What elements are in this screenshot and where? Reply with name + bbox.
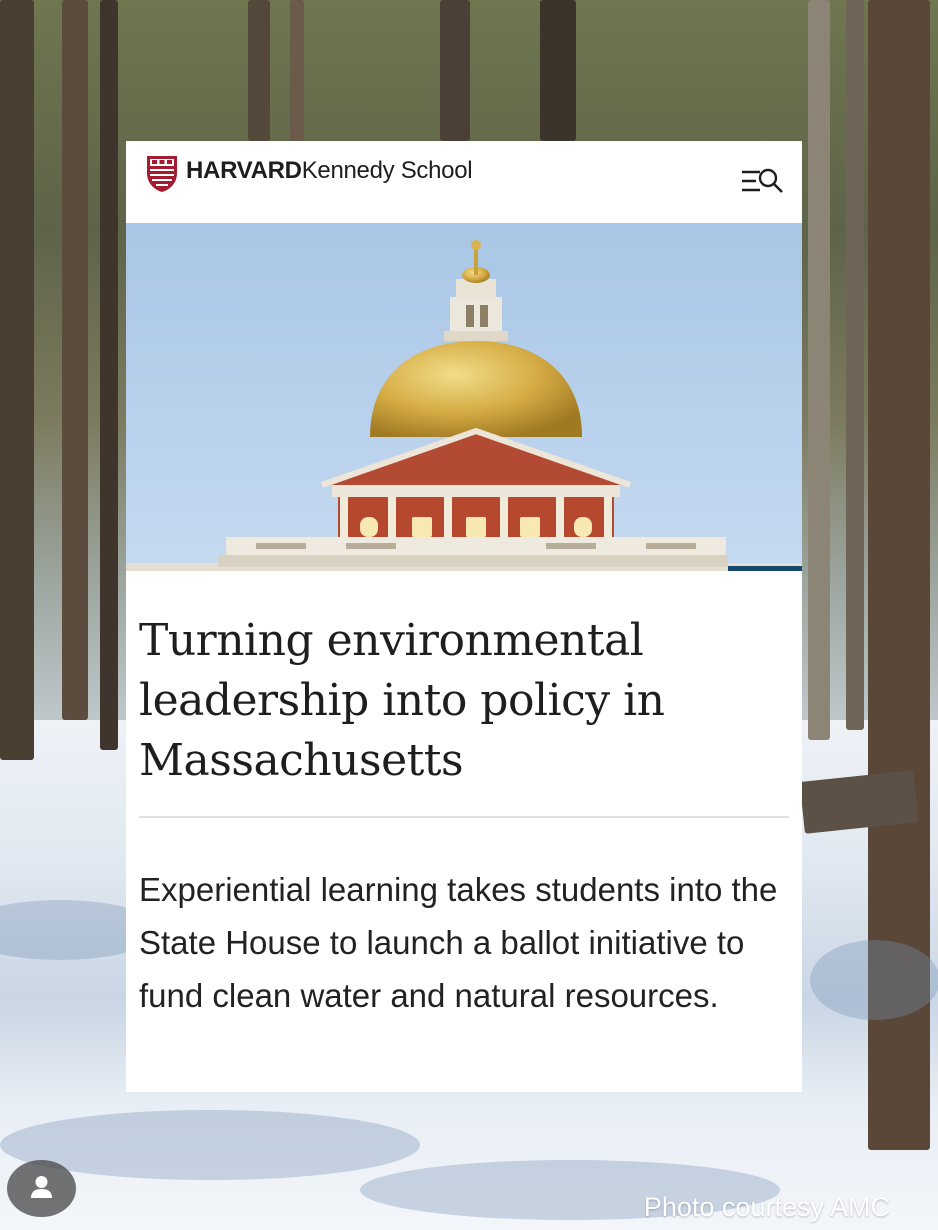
menu-search-icon[interactable] [740, 167, 786, 197]
tree-trunk [62, 0, 88, 720]
tree-trunk [290, 0, 304, 141]
tree-trunk [0, 0, 34, 760]
article-summary: Experiential learning takes students int… [139, 871, 778, 1014]
story-card[interactable]: HARVARDKennedy School Turning environmen… [126, 141, 802, 1092]
article-headline[interactable]: Turning environmental leadership into po… [139, 611, 789, 791]
state-house-illustration [126, 240, 802, 571]
photo-credit: Photo courtesy AMC [643, 1192, 890, 1222]
brand-regular-text: Kennedy School [301, 157, 473, 184]
harvard-shield-icon [147, 156, 177, 192]
user-avatar-icon [31, 1176, 52, 1198]
tree-trunk [540, 0, 576, 141]
site-logo[interactable]: HARVARDKennedy School [186, 157, 473, 185]
user-avatar-button[interactable] [7, 1160, 76, 1217]
tree-trunk [846, 0, 864, 730]
hero-image [126, 223, 802, 571]
tree-trunk [440, 0, 470, 141]
site-header: HARVARDKennedy School [126, 141, 802, 223]
snow-shadow [810, 940, 938, 1020]
brand-bold-text: HARVARD [186, 157, 302, 184]
tree-trunk [248, 0, 270, 141]
tree-trunk [100, 0, 118, 750]
tree-trunk [808, 0, 830, 740]
divider [139, 816, 789, 818]
carousel-prev-button[interactable] [728, 566, 802, 571]
